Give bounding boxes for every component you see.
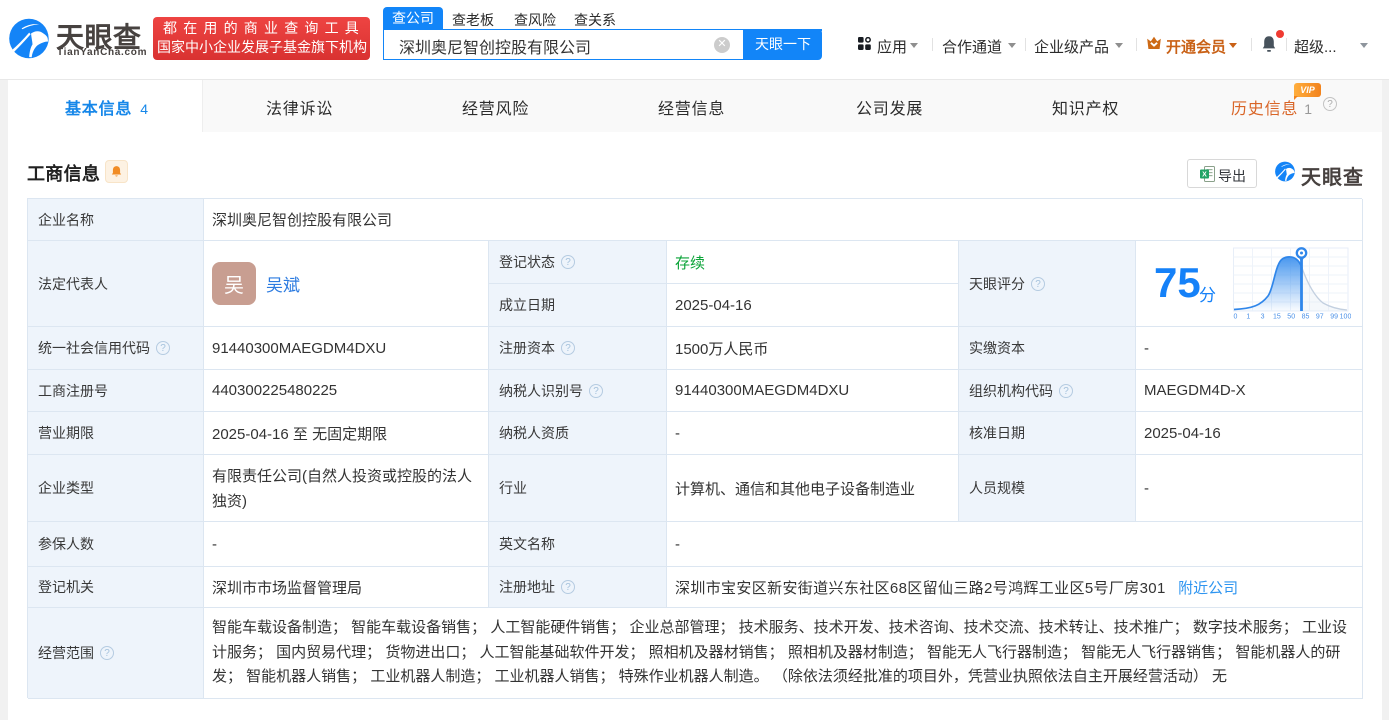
svg-text:0: 0 [1234, 314, 1238, 321]
svg-text:99: 99 [1330, 314, 1338, 321]
svg-text:1: 1 [1246, 314, 1250, 321]
svg-text:85: 85 [1302, 314, 1310, 321]
svg-text:X: X [1202, 172, 1207, 179]
svg-text:50: 50 [1287, 314, 1295, 321]
svg-text:15: 15 [1273, 314, 1281, 321]
svg-text:100: 100 [1340, 314, 1351, 321]
svg-text:3: 3 [1261, 314, 1265, 321]
svg-text:97: 97 [1316, 314, 1324, 321]
